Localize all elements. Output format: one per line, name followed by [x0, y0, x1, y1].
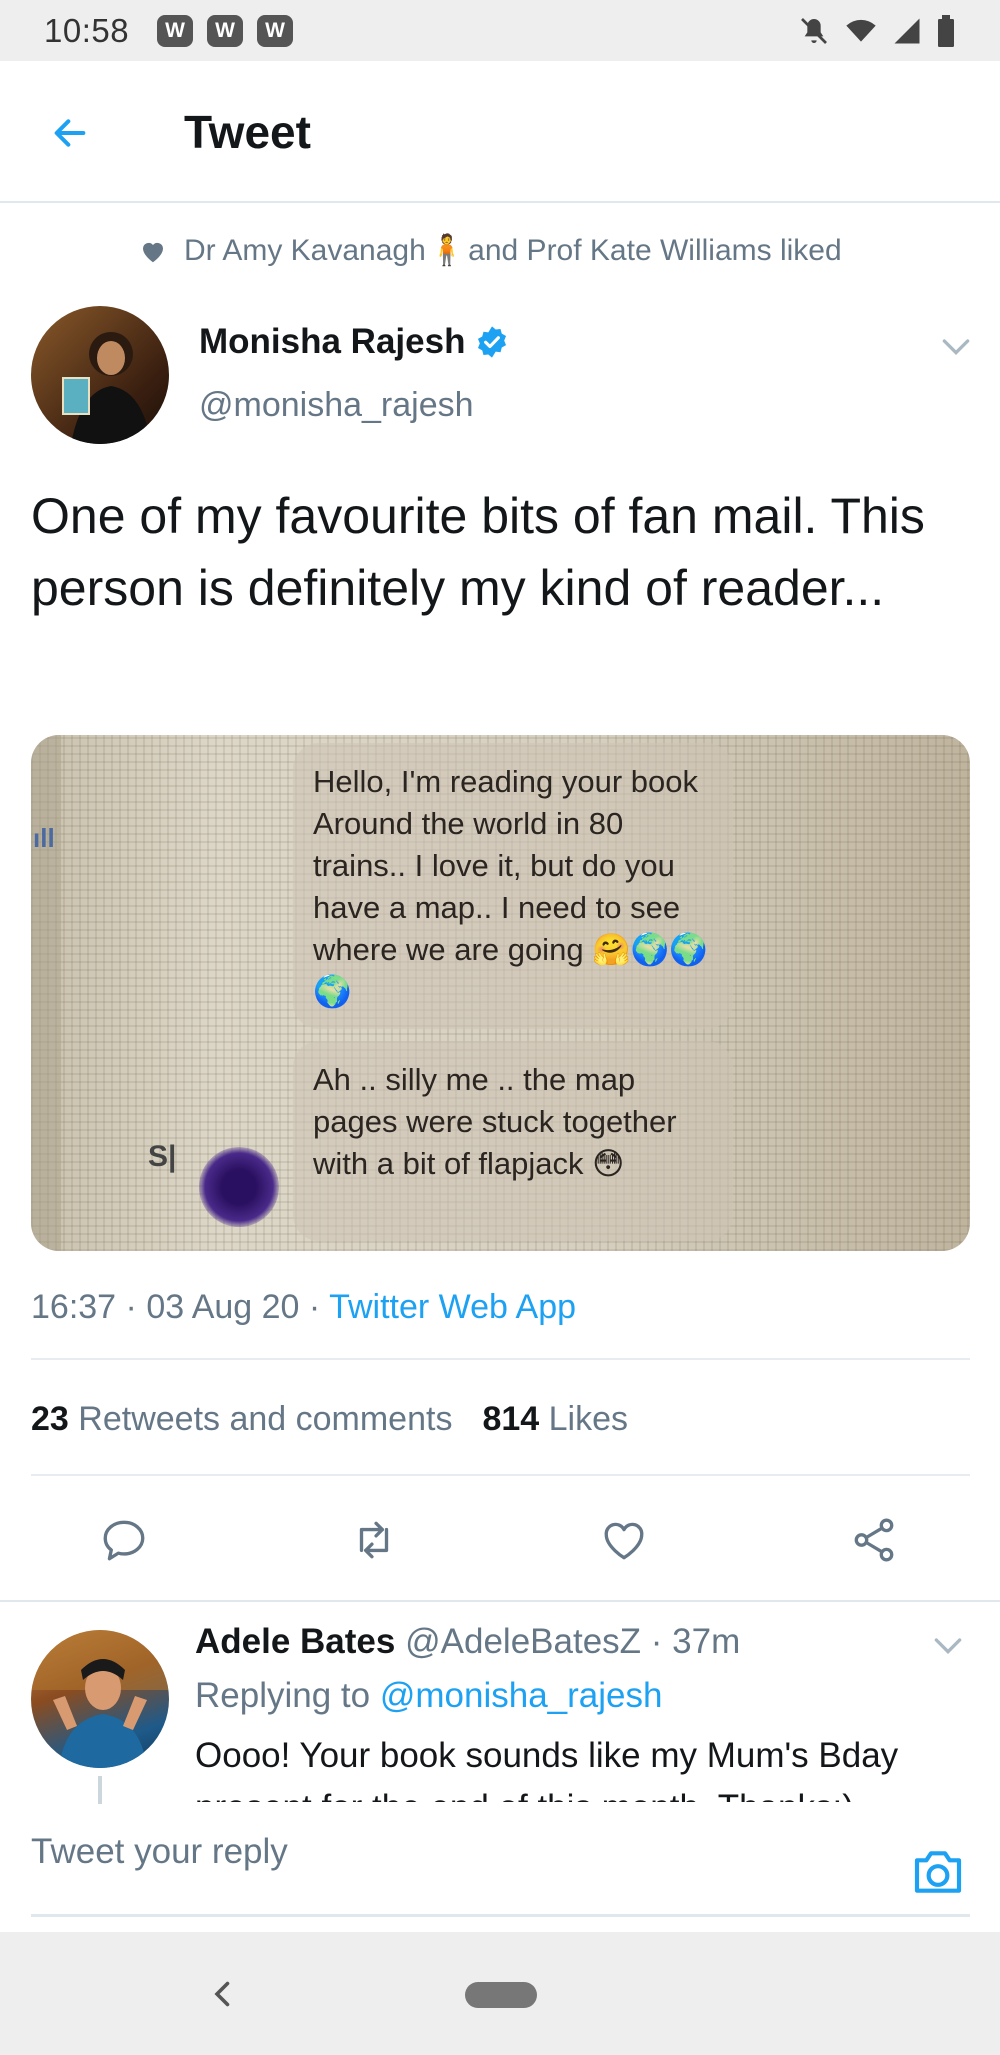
author-name[interactable]: Monisha Rajesh: [199, 322, 509, 362]
share-button[interactable]: [834, 1500, 914, 1580]
tweet-media-image[interactable]: ıll Hello, I'm reading your book Around …: [31, 735, 970, 1251]
replying-to: Replying to @monisha_rajesh: [195, 1676, 663, 1715]
person-emoji-icon: 🧍: [425, 234, 469, 267]
nav-back-button[interactable]: [205, 1972, 241, 2016]
status-time: 10:58: [44, 11, 130, 49]
heart-icon: [143, 242, 163, 262]
retweet-icon: [359, 1521, 389, 1559]
chevron-left-icon: [214, 1981, 230, 2007]
reply-options-button[interactable]: [928, 1625, 968, 1665]
social-context[interactable]: Dr Amy Kavanagh 🧍 and Prof Kate Williams…: [138, 233, 842, 268]
system-nav-bar: [0, 1932, 1000, 2055]
app-bar: Tweet: [0, 61, 1000, 203]
tweet-text: One of my favourite bits of fan mail. Th…: [31, 488, 925, 616]
tweet-options-button[interactable]: [936, 326, 976, 366]
wikipedia-notification-icon: W: [157, 14, 194, 47]
reply-author-handle[interactable]: @AdeleBatesZ: [405, 1622, 641, 1661]
avatar-image: [31, 1630, 169, 1768]
likes-stat[interactable]: 814 Likes: [482, 1400, 628, 1439]
tweet-stats: 23 Retweets and comments 814 Likes: [31, 1400, 628, 1439]
reply-author-name[interactable]: Adele Bates: [195, 1622, 395, 1661]
media-signal-text: ıll: [33, 823, 55, 853]
author-avatar[interactable]: [31, 306, 169, 444]
like-button[interactable]: [584, 1500, 664, 1580]
share-icon: [854, 1518, 894, 1562]
nav-home-pill[interactable]: [465, 1982, 537, 2008]
retweet-button[interactable]: [334, 1500, 414, 1580]
camera-icon: [914, 1851, 962, 1893]
reply-header: Adele Bates @AdeleBatesZ · 37m: [195, 1622, 741, 1661]
camera-button[interactable]: [910, 1846, 966, 1898]
thread-line: [98, 1776, 102, 1804]
replying-to-mention[interactable]: @monisha_rajesh: [380, 1676, 663, 1715]
reply-author-avatar[interactable]: [31, 1630, 169, 1768]
retweets-stat[interactable]: 23 Retweets and comments: [31, 1400, 452, 1439]
reply-age: 37m: [672, 1622, 741, 1661]
wikipedia-notification-icon: W: [207, 14, 244, 47]
page-title: Tweet: [184, 106, 311, 158]
author-handle[interactable]: @monisha_rajesh: [199, 386, 474, 425]
reply-composer: Tweet your reply: [0, 1808, 1000, 1928]
reply-icon: [103, 1520, 145, 1561]
media-message-bubble: Ah .. silly me .. the map pages were stu…: [293, 1041, 733, 1241]
reply-input-underline: [31, 1914, 970, 1917]
reply-text: Oooo! Your book sounds like my Mum's Bda…: [195, 1736, 899, 1802]
cell-signal-icon: [894, 18, 920, 43]
tweet-actions: [0, 1500, 1000, 1580]
media-phone-edge: [31, 735, 61, 1251]
wifi-icon: [846, 19, 876, 42]
media-sp-text: S|: [148, 1140, 177, 1173]
battery-icon: [938, 14, 954, 47]
notification-icons: W W W: [157, 14, 294, 47]
section-divider: [0, 1600, 1000, 1602]
mute-icon: [801, 17, 827, 44]
avatar-image: [62, 332, 151, 444]
tweet-source-link[interactable]: Twitter Web App: [329, 1288, 576, 1326]
tweet-timestamp: 16:37 · 03 Aug 20 · Twitter Web App: [31, 1288, 577, 1326]
media-message-bubble: Hello, I'm reading your book Around the …: [293, 743, 733, 1029]
wikipedia-notification-icon: W: [257, 14, 294, 47]
heart-outline-icon: [604, 1522, 644, 1560]
back-arrow-icon: [54, 119, 86, 147]
verified-badge-icon: [478, 326, 507, 358]
divider: [31, 1358, 970, 1360]
reply-input[interactable]: Tweet your reply: [31, 1832, 288, 1872]
media-redacted-avatar: [199, 1147, 279, 1227]
back-button[interactable]: [44, 107, 96, 159]
chevron-down-icon: [942, 339, 970, 356]
system-status-icons: [798, 14, 956, 47]
social-context-text: Dr Amy Kavanagh 🧍 and Prof Kate Williams…: [184, 234, 842, 267]
divider: [31, 1474, 970, 1476]
status-bar: 10:58 W W W: [0, 0, 1000, 61]
chevron-down-icon: [934, 1638, 962, 1655]
reply-button[interactable]: [84, 1500, 164, 1580]
